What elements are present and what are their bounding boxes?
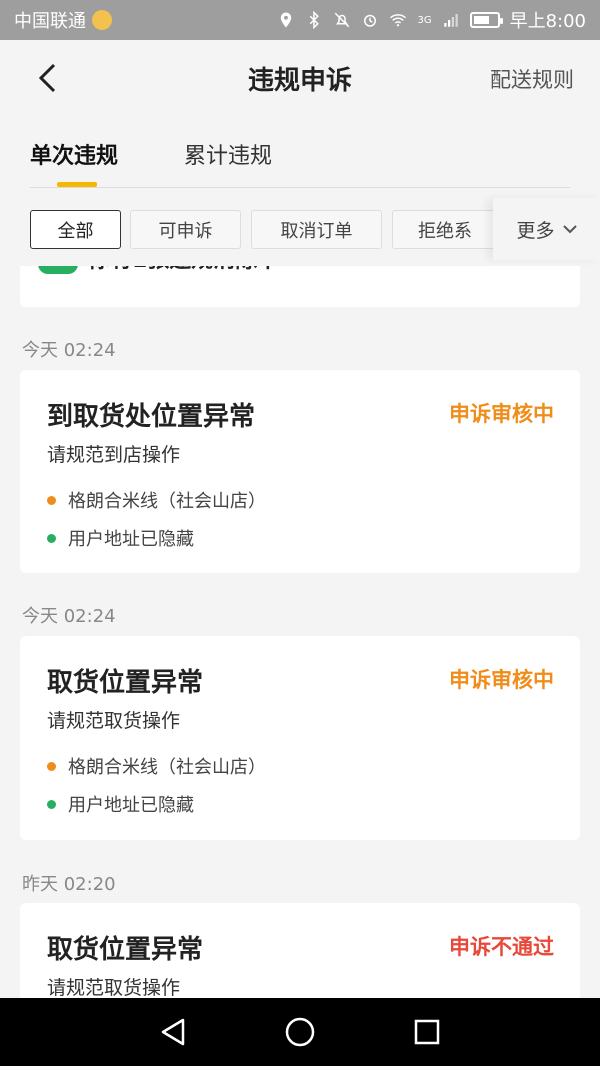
violation-card[interactable]: 取货位置异常 申诉不通过 请规范取货操作 <box>20 903 580 1000</box>
mute-icon <box>335 12 350 28</box>
nav-back-button[interactable] <box>153 1012 193 1052</box>
carrier: 中国联通 <box>14 7 112 33</box>
carrier-name: 中国联通 <box>14 11 86 32</box>
shop-name: 格朗合米线（社会山店） <box>68 491 266 512</box>
shop-name: 格朗合米线（社会山店） <box>68 757 266 778</box>
shop-dot-icon <box>47 495 56 505</box>
delivery-rules-link[interactable]: 配送规则 <box>490 64 574 94</box>
battery-icon <box>469 12 503 28</box>
circle-home-icon <box>285 1017 315 1047</box>
violation-title: 到取货处位置异常 <box>47 402 256 432</box>
record-date: 今天 02:24 <box>22 606 116 627</box>
bluetooth-icon <box>310 11 320 29</box>
wifi-icon <box>390 14 407 27</box>
network-type: 3G <box>417 14 432 26</box>
filter-chip-all[interactable]: 全部 <box>30 210 121 249</box>
violation-card[interactable]: 到取货处位置异常 申诉审核中 请规范到店操作 格朗合米线（社会山店） 用户地址已… <box>20 370 580 573</box>
user-address: 用户地址已隐藏 <box>68 795 194 816</box>
address-row: 用户地址已隐藏 <box>47 791 194 817</box>
violation-card[interactable]: 取货位置异常 申诉审核中 请规范取货操作 格朗合米线（社会山店） 用户地址已隐藏 <box>20 636 580 840</box>
notification-emoji-icon <box>92 10 112 30</box>
signal-icon <box>443 14 458 27</box>
shop-row: 格朗合米线（社会山店） <box>47 753 266 779</box>
app-header: 违规申诉 配送规则 <box>0 40 600 120</box>
alarm-icon <box>364 14 377 27</box>
filter-chip-reject[interactable]: 拒绝系 <box>392 210 502 249</box>
coupon-text: 你有1张违规消除卡 <box>88 266 279 274</box>
nav-recents-button[interactable] <box>407 1012 447 1052</box>
system-nav-bar <box>0 998 600 1066</box>
filter-chip-appealable[interactable]: 可申诉 <box>130 210 241 249</box>
violation-desc: 请规范取货操作 <box>47 710 181 732</box>
record-date: 今天 02:24 <box>22 340 116 361</box>
filter-chip-cancel-order[interactable]: 取消订单 <box>251 210 382 249</box>
tab-single-violation[interactable]: 单次违规 <box>30 138 118 170</box>
status-icons: 3G 早上8:00 <box>277 7 586 33</box>
more-label: 更多 <box>516 219 555 242</box>
square-recents-icon <box>414 1019 439 1045</box>
appeal-status: 申诉不通过 <box>449 935 554 959</box>
nav-home-button[interactable] <box>280 1012 320 1052</box>
clock: 早上8:00 <box>509 11 586 32</box>
chevron-down-icon <box>562 225 577 234</box>
chevron-right-icon: › <box>545 266 554 267</box>
more-filters-button[interactable]: 更多 <box>493 198 600 260</box>
user-dot-icon <box>47 533 56 543</box>
violation-title: 取货位置异常 <box>47 668 204 698</box>
triangle-back-icon <box>162 1018 185 1046</box>
violation-title: 取货位置异常 <box>47 935 204 965</box>
violation-clear-card-banner[interactable]: 你有1张违规消除卡 › <box>20 266 580 307</box>
user-address: 用户地址已隐藏 <box>68 529 194 550</box>
status-bar: 中国联通 3G 早上8:00 <box>0 0 600 40</box>
violation-tabs: 单次违规 累计违规 <box>30 120 570 188</box>
violation-list: 你有1张违规消除卡 › 今天 02:24 到取货处位置异常 申诉审核中 请规范到… <box>0 266 600 1000</box>
shop-dot-icon <box>47 761 56 771</box>
violation-desc: 请规范到店操作 <box>47 444 181 466</box>
location-icon <box>281 12 292 28</box>
record-date: 昨天 02:20 <box>22 874 116 895</box>
tab-cumulative-violation[interactable]: 累计违规 <box>184 138 272 170</box>
coupon-icon <box>38 266 78 274</box>
user-dot-icon <box>47 799 56 809</box>
address-row: 用户地址已隐藏 <box>47 525 194 551</box>
violation-desc: 请规范取货操作 <box>47 977 181 999</box>
appeal-status: 申诉审核中 <box>449 402 554 426</box>
shop-row: 格朗合米线（社会山店） <box>47 487 266 513</box>
appeal-status: 申诉审核中 <box>449 668 554 692</box>
active-tab-indicator <box>57 182 97 187</box>
